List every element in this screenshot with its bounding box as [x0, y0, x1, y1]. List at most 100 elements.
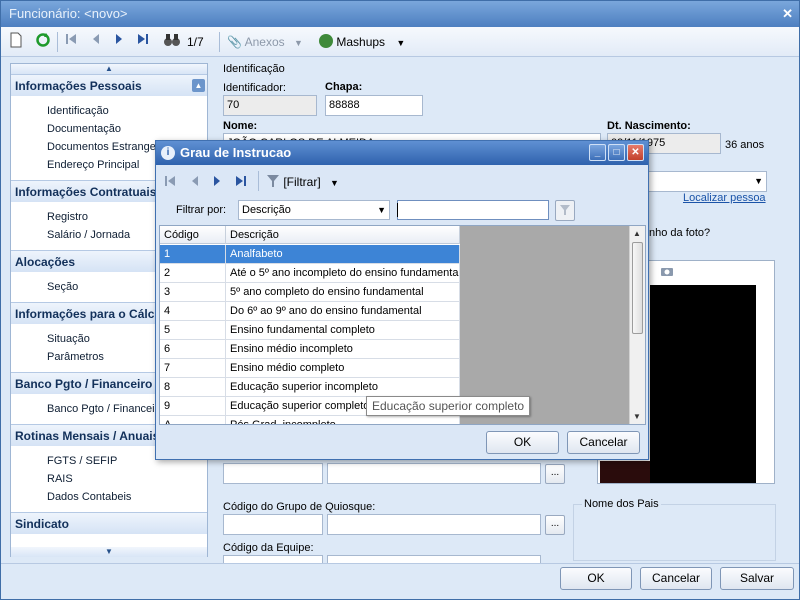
dialog-ok-button[interactable]: OK: [486, 431, 559, 454]
save-button[interactable]: Salvar: [720, 567, 794, 590]
grid-empty-area: [460, 226, 630, 424]
anexos-button[interactable]: 📎 Anexos ▼: [227, 32, 303, 52]
globe-icon: [319, 34, 333, 48]
field-row-a2[interactable]: [327, 463, 541, 484]
app-icon: i: [161, 146, 175, 160]
cancel-button[interactable]: Cancelar: [640, 567, 712, 590]
next-record-icon[interactable]: [114, 32, 124, 52]
scroll-down-icon[interactable]: ▼: [633, 412, 641, 421]
pessoa-select[interactable]: ▼: [647, 171, 767, 192]
window-titlebar: Funcionário: <novo> ✕: [1, 1, 799, 27]
dialog-title: Grau de Instrucao: [180, 145, 292, 160]
column-header-codigo[interactable]: Código: [160, 226, 226, 244]
table-row[interactable]: 6 Ensino médio incompleto: [160, 340, 460, 359]
table-row[interactable]: A Pós Grad. incompleto: [160, 416, 460, 424]
previous-record-icon[interactable]: [91, 32, 101, 52]
sidebar-section-informacoes-pessoais[interactable]: Informações Pessoais ▲: [11, 74, 207, 96]
filtrar-label: [Filtrar]: [283, 175, 321, 189]
apply-filter-button[interactable]: [555, 200, 575, 221]
filtrar-por-select[interactable]: Descrição ▼: [238, 200, 390, 220]
grupo-quiosque-lookup-button[interactable]: ...: [545, 515, 565, 535]
grid-scrollbar[interactable]: ▲ ▼: [629, 226, 645, 424]
next-record-icon[interactable]: [212, 174, 222, 191]
collapse-icon[interactable]: ▲: [192, 79, 205, 92]
section-title: Sindicato: [15, 517, 70, 531]
sidebar-item-documentacao[interactable]: Documentação: [11, 120, 207, 138]
cell-descricao: Até o 5º ano incompleto do ensino fundam…: [226, 264, 460, 283]
table-row[interactable]: 2 Até o 5º ano incompleto do ensino funda…: [160, 264, 460, 283]
chevron-down-icon: ▼: [330, 178, 339, 188]
nome-pais-label: Nome dos Pais: [582, 498, 661, 510]
camera-icon[interactable]: [660, 265, 674, 280]
dt-nascimento-label: Dt. Nascimento:: [607, 120, 691, 132]
chevron-down-icon: ▼: [754, 176, 763, 186]
filtrar-button[interactable]: [Filtrar] ▼: [266, 173, 356, 191]
dialog-cancel-button[interactable]: Cancelar: [567, 431, 640, 454]
chapa-field[interactable]: 88888: [325, 95, 423, 116]
codigo-equipe-desc-field[interactable]: [327, 555, 541, 563]
grupo-quiosque-desc-field[interactable]: [327, 514, 541, 535]
chevron-down-icon: ▼: [396, 38, 406, 48]
refresh-icon[interactable]: [35, 32, 51, 52]
record-position: 1/7: [187, 35, 204, 49]
table-row[interactable]: 8 Educação superior incompleto: [160, 378, 460, 397]
cell-descricao: Ensino médio completo: [226, 359, 460, 378]
codigo-equipe-field[interactable]: [223, 555, 323, 563]
sidebar-scroll-down[interactable]: ▼: [11, 547, 207, 557]
cell-codigo: 9: [160, 397, 226, 416]
filter-input[interactable]: [397, 200, 549, 220]
scroll-up-icon[interactable]: ▲: [633, 229, 641, 238]
minimize-icon[interactable]: _: [589, 144, 606, 161]
mashups-button[interactable]: Mashups ▼: [319, 32, 405, 52]
close-icon[interactable]: ✕: [782, 1, 793, 27]
identificador-label: Identificador:: [223, 82, 286, 94]
cell-codigo: 2: [160, 264, 226, 283]
filtrar-por-value: Descrição: [242, 204, 291, 216]
new-record-icon[interactable]: [9, 32, 23, 52]
cell-descricao: Do 6º ao 9º ano do ensino fundamental: [226, 302, 460, 321]
cell-descricao: Analfabeto: [226, 245, 460, 264]
lookup-button[interactable]: ...: [545, 464, 565, 484]
ok-button[interactable]: OK: [560, 567, 632, 590]
localizar-pessoa-link[interactable]: Localizar pessoa: [683, 192, 766, 204]
first-record-icon[interactable]: [164, 174, 176, 191]
previous-record-icon[interactable]: [190, 174, 200, 191]
nome-label: Nome:: [223, 120, 258, 132]
results-grid: Código Descrição 1 Analfabeto 2 Até o 5º an…: [159, 225, 646, 425]
section-title: Rotinas Mensais / Anuais: [15, 429, 160, 443]
sidebar-item-dados-contabeis[interactable]: Dados Contabeis: [11, 488, 207, 506]
last-record-icon[interactable]: [235, 174, 247, 191]
first-record-icon[interactable]: [65, 32, 77, 52]
table-row[interactable]: 7 Ensino médio completo: [160, 359, 460, 378]
last-record-icon[interactable]: [137, 32, 149, 52]
group-title: Identificação: [223, 63, 285, 75]
close-icon[interactable]: ✕: [627, 144, 644, 161]
filter-icon: [560, 205, 570, 215]
grupo-quiosque-code-field[interactable]: [223, 514, 323, 535]
chapa-label: Chapa:: [325, 81, 363, 93]
window-title: Funcionário: <novo>: [9, 6, 128, 21]
sidebar-section-sindicato[interactable]: Sindicato: [11, 512, 207, 534]
section-title: Alocações: [15, 255, 76, 269]
cell-descricao: 5º ano completo do ensino fundamental: [226, 283, 460, 302]
maximize-icon[interactable]: □: [608, 144, 625, 161]
tooltip: Educação superior completo: [366, 396, 531, 416]
field-row-a1[interactable]: [223, 463, 323, 484]
cell-descricao: Educação superior incompleto: [226, 378, 460, 397]
cell-codigo: 5: [160, 321, 226, 340]
table-row[interactable]: 1 Analfabeto: [160, 245, 460, 264]
scroll-thumb[interactable]: [632, 242, 643, 334]
identificador-field[interactable]: 70: [223, 95, 317, 116]
table-row[interactable]: 5 Ensino fundamental completo: [160, 321, 460, 340]
cell-codigo: 8: [160, 378, 226, 397]
table-row[interactable]: 3 5º ano completo do ensino fundamental: [160, 283, 460, 302]
binoculars-icon[interactable]: [163, 32, 181, 52]
cell-descricao: Ensino fundamental completo: [226, 321, 460, 340]
column-header-descricao[interactable]: Descrição: [226, 226, 460, 244]
filtrar-por-label: Filtrar por:: [176, 204, 227, 216]
sidebar-scroll-up[interactable]: ▲: [11, 64, 207, 74]
sidebar-item-rais[interactable]: RAIS: [11, 470, 207, 488]
table-row[interactable]: 4 Do 6º ao 9º ano do ensino fundamental: [160, 302, 460, 321]
sidebar-item-identificacao[interactable]: Identificação: [11, 102, 207, 120]
photo-image-black: [650, 285, 756, 483]
